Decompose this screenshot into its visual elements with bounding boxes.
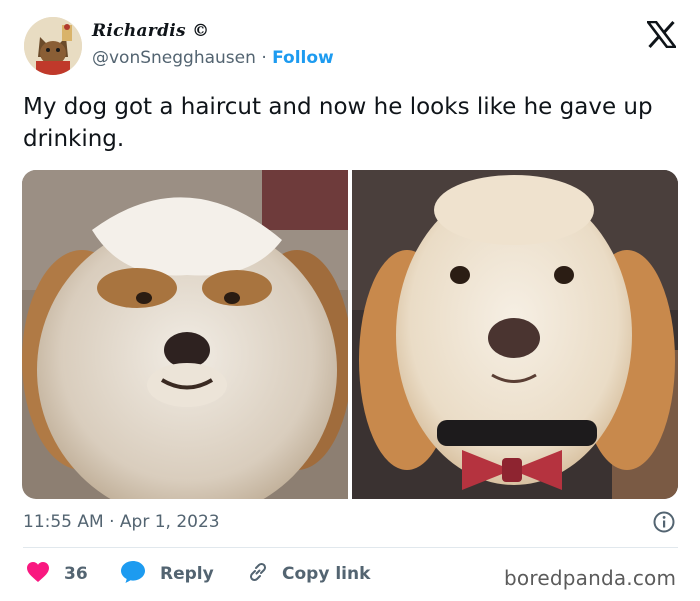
avatar[interactable] bbox=[24, 17, 82, 75]
x-logo-icon[interactable] bbox=[645, 20, 678, 49]
dog-after-haircut-photo[interactable] bbox=[352, 170, 678, 499]
info-icon[interactable] bbox=[652, 510, 676, 534]
heart-icon bbox=[26, 561, 50, 587]
tweet-timestamp[interactable]: 11:55 AM · Apr 1, 2023 bbox=[23, 510, 220, 534]
copy-link-label: Copy link bbox=[282, 564, 371, 584]
tweet-date: Apr 1, 2023 bbox=[119, 512, 220, 532]
watermark: boredpanda.com bbox=[504, 566, 677, 590]
author-handle-row: @vonSnegghausen · Follow bbox=[92, 47, 334, 69]
dog-before-haircut-photo[interactable] bbox=[22, 170, 348, 499]
author-handle[interactable]: @vonSnegghausen bbox=[92, 48, 256, 68]
like-button[interactable]: 36 bbox=[26, 560, 88, 588]
tweet-card: Richardis © @vonSnegghausen · Follow My … bbox=[0, 0, 700, 601]
reply-label: Reply bbox=[160, 564, 214, 584]
reply-bubble-icon bbox=[120, 560, 146, 588]
link-icon bbox=[246, 560, 270, 588]
tweet-text: My dog got a haircut and now he looks li… bbox=[23, 94, 653, 152]
tweet-media[interactable] bbox=[22, 170, 678, 499]
tweet-time: 11:55 AM bbox=[23, 512, 104, 532]
divider bbox=[23, 547, 678, 548]
timestamp-separator: · bbox=[109, 512, 115, 532]
likes-count: 36 bbox=[64, 564, 88, 584]
avatar-image bbox=[24, 17, 82, 75]
copy-link-button[interactable]: Copy link bbox=[246, 560, 370, 588]
handle-separator: · bbox=[261, 48, 267, 68]
follow-button[interactable]: Follow bbox=[272, 48, 334, 68]
author-display-name[interactable]: Richardis © bbox=[92, 20, 209, 42]
reply-button[interactable]: Reply bbox=[120, 560, 214, 588]
